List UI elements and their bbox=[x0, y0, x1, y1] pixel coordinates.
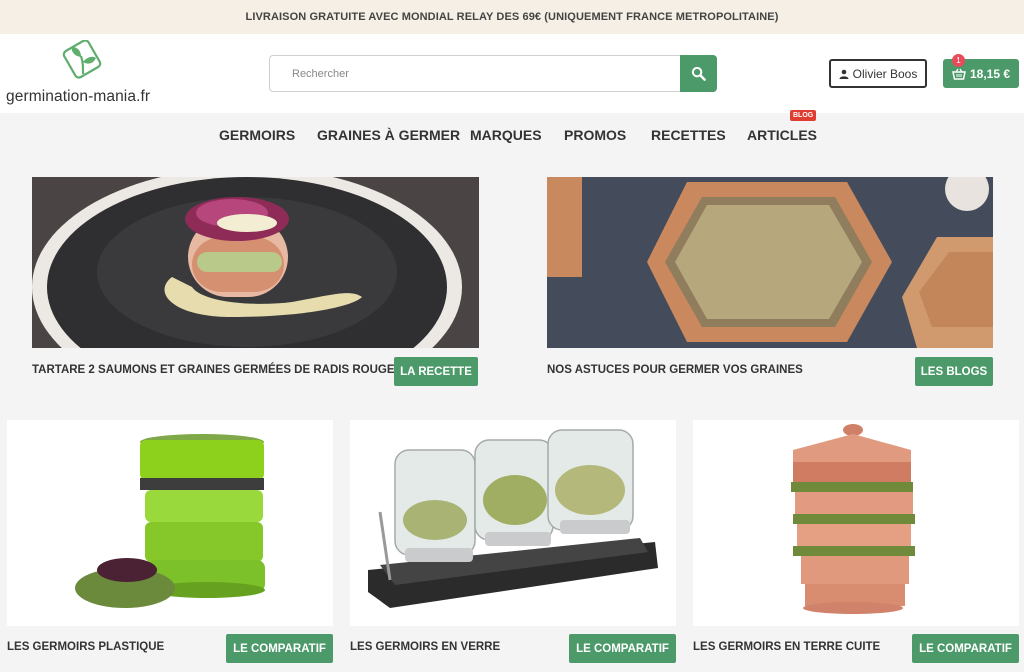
product-card-plastic[interactable] bbox=[7, 420, 333, 626]
product-card-glass[interactable] bbox=[350, 420, 676, 626]
card-glass-caption: LES GERMOIRS EN VERRE bbox=[350, 641, 501, 653]
search-button[interactable] bbox=[680, 55, 717, 92]
card-plastic-caption: LES GERMOIRS PLASTIQUE bbox=[7, 641, 165, 653]
terracotta-sprouter-illustration bbox=[693, 420, 1019, 626]
main-navigation: GERMOIRS GRAINES À GERMER MARQUES PROMOS… bbox=[0, 113, 1024, 155]
sprout-logo-icon bbox=[62, 40, 102, 79]
recipe-button[interactable]: LA RECETTE bbox=[394, 357, 478, 386]
logo-text: germination-mania.fr bbox=[6, 88, 151, 105]
blog-button[interactable]: LES BLOGS bbox=[915, 357, 993, 386]
card-plastic-button[interactable]: LE COMPARATIF bbox=[226, 634, 333, 663]
nav-item-germoirs[interactable]: GERMOIRS bbox=[219, 127, 295, 143]
blog-caption: NOS ASTUCES POUR GERMER VOS GRAINES bbox=[547, 364, 803, 376]
cart-total: 18,15 € bbox=[969, 66, 1011, 81]
product-card-terracotta[interactable] bbox=[693, 420, 1019, 626]
nav-item-marques[interactable]: MARQUES bbox=[470, 127, 542, 143]
nav-item-recettes[interactable]: RECETTES bbox=[651, 127, 726, 143]
account-button[interactable]: Olivier Boos bbox=[829, 59, 927, 88]
nav-item-graines[interactable]: GRAINES À GERMER bbox=[317, 127, 460, 143]
glass-jars-illustration bbox=[350, 420, 676, 626]
nav-item-promos[interactable]: PROMOS bbox=[564, 127, 626, 143]
recipe-banner-image[interactable] bbox=[32, 177, 479, 348]
card-glass-button[interactable]: LE COMPARATIF bbox=[569, 634, 676, 663]
blog-badge: BLOG bbox=[790, 110, 817, 121]
shipping-announcement-bar: LIVRAISON GRATUITE AVEC MONDIAL RELAY DE… bbox=[0, 0, 1024, 34]
search-icon bbox=[691, 66, 706, 81]
card-terracotta-caption: LES GERMOIRS EN TERRE CUITE bbox=[693, 641, 881, 653]
blog-banner-image[interactable] bbox=[547, 177, 993, 348]
terracotta-tray-illustration bbox=[547, 177, 993, 348]
search-input[interactable] bbox=[269, 55, 680, 92]
basket-icon bbox=[952, 68, 966, 80]
recipe-caption: TARTARE 2 SAUMONS ET GRAINES GERMÉES DE … bbox=[32, 364, 395, 376]
nav-item-articles[interactable]: ARTICLES bbox=[747, 127, 817, 143]
user-icon bbox=[839, 69, 849, 79]
cart-count-badge: 1 bbox=[952, 54, 965, 67]
site-header: germination-mania.fr Olivier Boos 18,15 … bbox=[0, 34, 1024, 113]
plastic-sprouter-illustration bbox=[7, 420, 333, 626]
search-bar bbox=[269, 55, 717, 92]
shipping-announcement-text: LIVRAISON GRATUITE AVEC MONDIAL RELAY DE… bbox=[245, 11, 779, 23]
card-terracotta-button[interactable]: LE COMPARATIF bbox=[912, 634, 1019, 663]
account-name: Olivier Boos bbox=[852, 66, 918, 81]
site-logo[interactable]: germination-mania.fr bbox=[6, 40, 166, 108]
tartare-plate-illustration bbox=[32, 177, 479, 348]
